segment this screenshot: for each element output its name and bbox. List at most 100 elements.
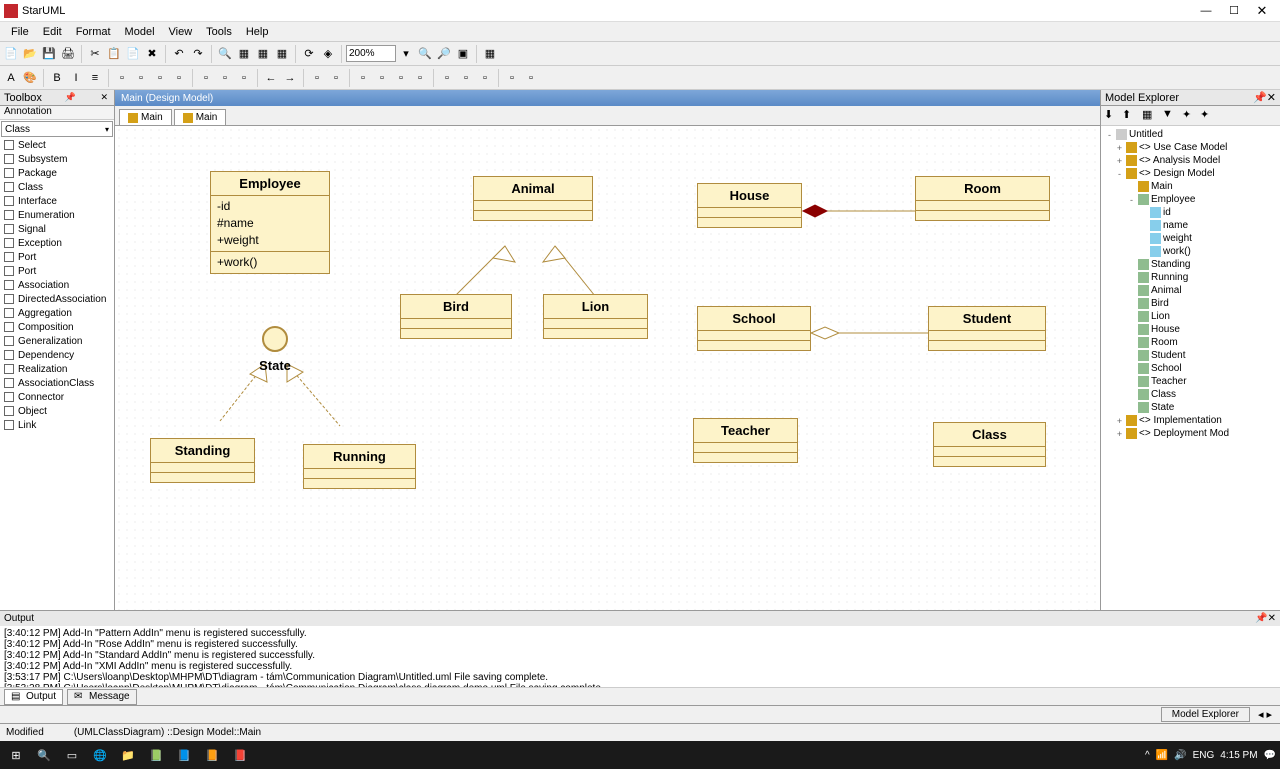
fmt-btn-1[interactable]: ▫ [113,69,131,87]
exp-btn-2[interactable]: ⬆ [1122,108,1138,124]
toolbox-category-combo[interactable]: Class [1,121,113,137]
start-button[interactable]: ⊞ [4,744,28,766]
toolbox-annotation[interactable]: Annotation [0,106,114,120]
exp-btn-1[interactable]: ⬇ [1104,108,1120,124]
redo-button[interactable]: ↷ [189,45,207,63]
output-close-icon[interactable]: ✕ [1268,613,1276,624]
tb-btn-3[interactable]: ▦ [273,45,291,63]
arrow-left-icon[interactable]: ← [262,69,280,87]
font-button[interactable]: A [2,69,20,87]
expand-icon[interactable]: + [1115,429,1124,439]
tree-item[interactable]: Class [1103,388,1278,401]
open-button[interactable]: 📂 [21,45,39,63]
class-bird[interactable]: Bird [400,294,512,339]
expand-icon[interactable]: + [1115,143,1124,153]
app-icon-2[interactable]: 📘 [172,744,196,766]
zoom-combo[interactable]: 200% [346,45,396,62]
tree-item[interactable]: -Employee [1103,193,1278,206]
tree-item[interactable]: weight [1103,232,1278,245]
menu-file[interactable]: File [4,24,36,40]
filter-icon[interactable]: ▼ [1162,108,1178,124]
exp-btn-5[interactable]: ✦ [1200,108,1216,124]
toolbox-item-port[interactable]: Port [0,250,114,264]
explorer-icon[interactable]: 📁 [116,744,140,766]
tree-item[interactable]: name [1103,219,1278,232]
align-button[interactable]: ≡ [86,69,104,87]
fmt-btn-2[interactable]: ▫ [132,69,150,87]
toolbox-item-dependency[interactable]: Dependency [0,348,114,362]
class-employee[interactable]: Employee -id #name +weight +work() [210,171,330,274]
toolbox-item-class[interactable]: Class [0,180,114,194]
fmt-btn-16[interactable]: ▫ [476,69,494,87]
fmt-btn-17[interactable]: ▫ [503,69,521,87]
tree-item[interactable]: Main [1103,180,1278,193]
volume-icon[interactable]: 🔊 [1174,750,1186,761]
tree-item[interactable]: Room [1103,336,1278,349]
canvas-tab-0[interactable]: Main [119,109,172,125]
class-house[interactable]: House [697,183,802,228]
task-view-icon[interactable]: ▭ [60,744,84,766]
menu-format[interactable]: Format [69,24,118,40]
class-running[interactable]: Running [303,444,416,489]
tree-item[interactable]: Animal [1103,284,1278,297]
menu-tools[interactable]: Tools [199,24,239,40]
tb-btn-1[interactable]: ▦ [235,45,253,63]
tree-item[interactable]: work() [1103,245,1278,258]
toolbox-item-subsystem[interactable]: Subsystem [0,152,114,166]
find-button[interactable]: 🔍 [216,45,234,63]
expand-icon[interactable]: - [1127,195,1136,205]
exp-btn-3[interactable]: ▦ [1142,108,1158,124]
fmt-btn-11[interactable]: ▫ [373,69,391,87]
tree-item[interactable]: -Untitled [1103,128,1278,141]
toolbox-close-icon[interactable]: ✕ [98,92,110,103]
tree-item[interactable]: -<> Design Model [1103,167,1278,180]
fmt-btn-13[interactable]: ▫ [411,69,429,87]
tree-item[interactable]: Student [1103,349,1278,362]
toolbox-item-realization[interactable]: Realization [0,362,114,376]
tree-item[interactable]: State [1103,401,1278,414]
zoom-out-button[interactable]: 🔍 [416,45,434,63]
toolbox-item-interface[interactable]: Interface [0,194,114,208]
class-class[interactable]: Class [933,422,1046,467]
minimize-button[interactable]: — [1192,2,1220,20]
close-button[interactable]: ✕ [1248,2,1276,20]
maximize-button[interactable]: ☐ [1220,2,1248,20]
tree-item[interactable]: id [1103,206,1278,219]
fmt-btn-3[interactable]: ▫ [151,69,169,87]
print-button[interactable]: 🖨 [59,45,77,63]
italic-button[interactable]: I [67,69,85,87]
delete-button[interactable]: ✖ [143,45,161,63]
output-tab-message[interactable]: ✉Message [67,689,137,705]
tree-item[interactable]: +<> Deployment Mod [1103,427,1278,440]
zoom-dropdown[interactable]: ▾ [397,45,415,63]
toolbox-pin-icon[interactable]: 📌 [63,92,78,103]
menu-view[interactable]: View [162,24,200,40]
class-animal[interactable]: Animal [473,176,593,221]
app-icon-4[interactable]: 📕 [228,744,252,766]
expand-icon[interactable]: + [1115,416,1124,426]
tree-item[interactable]: +<> Analysis Model [1103,154,1278,167]
menu-help[interactable]: Help [239,24,276,40]
toolbox-item-aggregation[interactable]: Aggregation [0,306,114,320]
fmt-btn-12[interactable]: ▫ [392,69,410,87]
toolbox-item-select[interactable]: Select [0,138,114,152]
fit-button[interactable]: ▣ [454,45,472,63]
output-pin-icon[interactable]: 📌 [1255,613,1267,624]
toolbox-item-composition[interactable]: Composition [0,320,114,334]
app-icon-1[interactable]: 📗 [144,744,168,766]
color-button[interactable]: 🎨 [21,69,39,87]
tray-icon[interactable]: ^ [1145,750,1150,761]
exp-btn-4[interactable]: ✦ [1182,108,1198,124]
tree-item[interactable]: Bird [1103,297,1278,310]
bold-button[interactable]: B [48,69,66,87]
tree-item[interactable]: House [1103,323,1278,336]
explorer-pin-icon[interactable]: 📌 [1253,91,1267,104]
class-teacher[interactable]: Teacher [693,418,798,463]
fmt-btn-14[interactable]: ▫ [438,69,456,87]
tree-item[interactable]: Teacher [1103,375,1278,388]
bottom-nav[interactable]: ◂ ▸ [1250,708,1280,721]
tree-item[interactable]: School [1103,362,1278,375]
explorer-close-icon[interactable]: ✕ [1267,91,1276,104]
zoom-in-button[interactable]: 🔎 [435,45,453,63]
toolbox-item-association[interactable]: Association [0,278,114,292]
